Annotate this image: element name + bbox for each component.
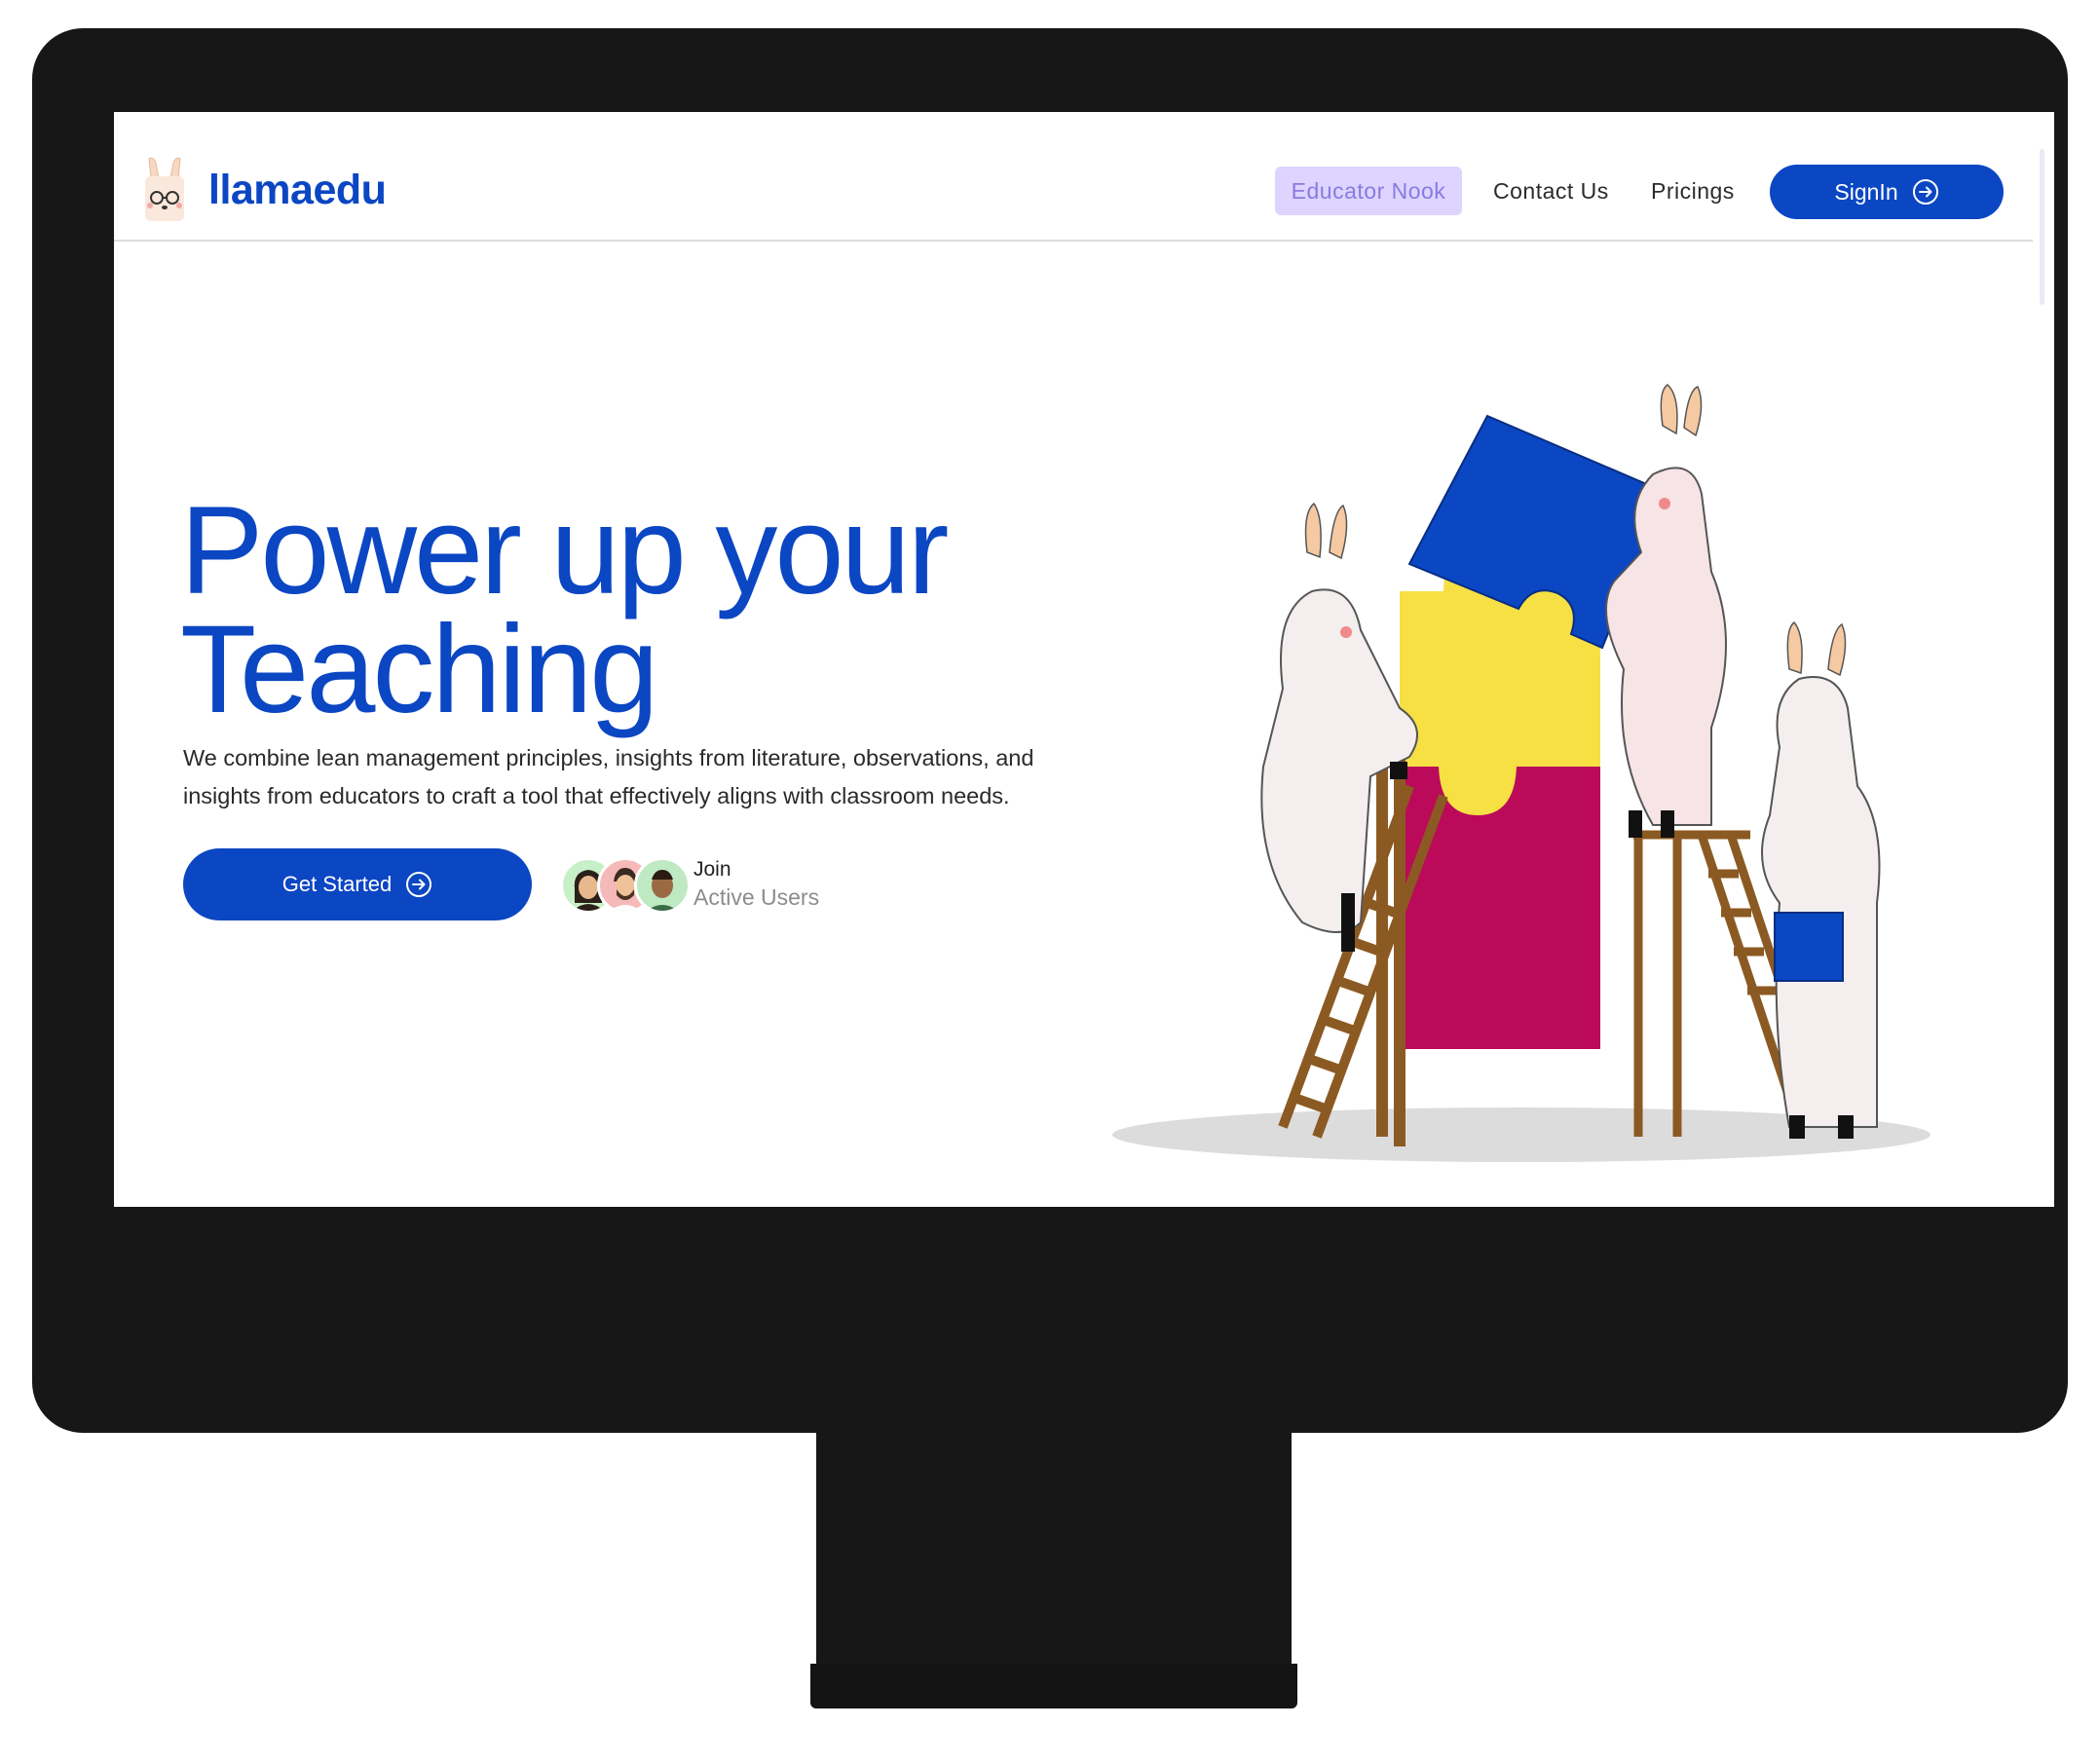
signin-label: SignIn bbox=[1834, 178, 1898, 205]
monitor-stand-neck bbox=[816, 1430, 1292, 1668]
active-users-avatars[interactable] bbox=[560, 857, 691, 914]
llamas-puzzle-illustration bbox=[1112, 384, 1930, 1162]
arrow-right-circle-icon bbox=[406, 872, 432, 897]
get-started-label: Get Started bbox=[281, 872, 393, 896]
brand-name[interactable]: llamaedu bbox=[208, 167, 387, 214]
hero-description: We combine lean management principles, i… bbox=[183, 745, 1034, 808]
monitor-stand-base bbox=[810, 1664, 1297, 1708]
headline-line-1: Power up your bbox=[180, 481, 949, 620]
hero-headline: Power up your Teaching bbox=[180, 481, 949, 739]
scrollbar[interactable] bbox=[2040, 149, 2044, 305]
nav-pricings[interactable]: Pricings bbox=[1651, 167, 1735, 215]
top-navigation: llamaedu Educator Nook Contact Us Pricin… bbox=[114, 112, 2033, 242]
arrow-right-circle-icon bbox=[1912, 179, 1938, 205]
llama-face-icon[interactable] bbox=[141, 157, 188, 223]
monitor-frame: llamaedu Educator Nook Contact Us Pricin… bbox=[32, 28, 2068, 1433]
get-started-button[interactable]: Get Started bbox=[183, 848, 532, 920]
active-users-label: Active Users bbox=[693, 884, 820, 910]
browser-viewport: llamaedu Educator Nook Contact Us Pricin… bbox=[114, 112, 2054, 1207]
signin-button[interactable]: SignIn bbox=[1770, 165, 2004, 219]
avatar bbox=[634, 857, 691, 914]
nav-contact-us[interactable]: Contact Us bbox=[1493, 167, 1609, 215]
headline-line-2: Teaching bbox=[180, 600, 658, 739]
join-label: Join bbox=[693, 858, 731, 881]
nav-educator-nook[interactable]: Educator Nook bbox=[1275, 167, 1462, 215]
